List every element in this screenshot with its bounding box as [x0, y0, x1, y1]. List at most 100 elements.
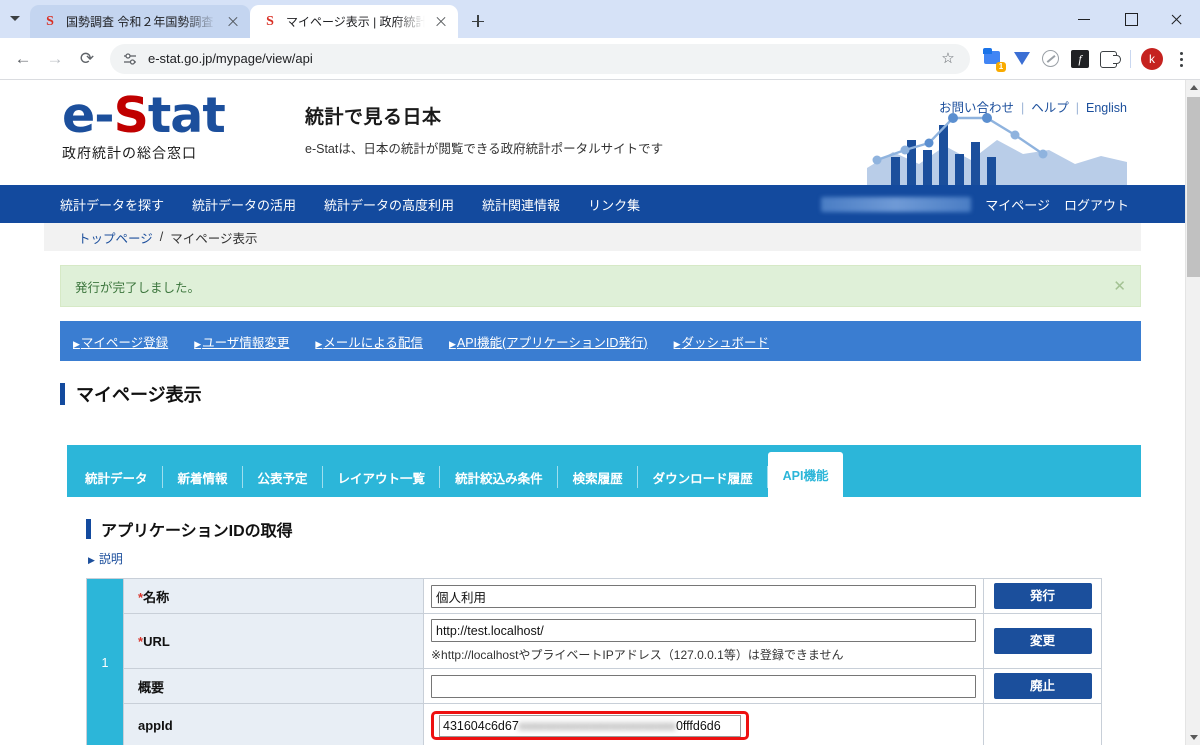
button-cell-issue: 発行 — [983, 578, 1102, 614]
link-mypage-register[interactable]: ▶マイページ登録 — [73, 332, 168, 351]
tab-label: API機能 — [782, 469, 829, 483]
field-value-summary — [423, 668, 984, 704]
window-close-button[interactable] — [1154, 0, 1200, 38]
link-user-info-change[interactable]: ▶ユーザ情報変更 — [194, 332, 289, 351]
extension-blue-icon[interactable]: 1 — [982, 47, 1006, 72]
reload-icon[interactable]: ⟳ — [72, 44, 102, 74]
nav-item-related-info[interactable]: 統計関連情報 — [482, 195, 560, 214]
extension-blocked-icon[interactable] — [1040, 48, 1062, 70]
tab-new-information[interactable]: 新着情報 — [163, 457, 243, 497]
back-icon[interactable]: ← — [8, 44, 38, 74]
close-icon[interactable] — [433, 14, 449, 30]
browser-tab-2[interactable]: S マイページ表示 | 政府統計の総合窓口 — [250, 5, 458, 38]
avatar[interactable]: k — [1141, 47, 1163, 70]
change-button[interactable]: 変更 — [993, 628, 1092, 654]
arrow-right-icon: ▶ — [194, 338, 202, 349]
scroll-up-icon[interactable] — [1186, 80, 1200, 95]
close-icon[interactable] — [225, 14, 241, 30]
tab-label: 統計データ — [85, 471, 148, 486]
site-tagline: 統計で見る日本 e-Statは、日本の統計が閲覧できる政府統計ポータルサイトです — [305, 102, 663, 157]
extensions-puzzle-icon[interactable] — [1098, 48, 1121, 70]
breadcrumb-home-link[interactable]: トップページ — [78, 228, 153, 247]
help-link[interactable]: ヘルプ — [1031, 101, 1069, 115]
url-input[interactable] — [431, 619, 976, 642]
address-bar[interactable]: e-stat.go.jp/mypage/view/api ☆ — [110, 43, 970, 74]
page-viewport: e-Stat 政府統計の総合窓口 統計で見る日本 e-Statは、日本の統計が閲… — [0, 80, 1200, 745]
logged-in-username-redacted — [821, 196, 972, 212]
tab-filter-conditions[interactable]: 統計絞込み条件 — [440, 457, 558, 497]
logo-s: S — [113, 87, 149, 144]
page-title: マイページ表示 — [60, 381, 1185, 407]
page-scrollbar[interactable] — [1185, 80, 1200, 745]
english-link[interactable]: English — [1086, 101, 1127, 115]
link-dashboard[interactable]: ▶ダッシュボード — [674, 332, 769, 351]
tab-publication-schedule[interactable]: 公表予定 — [243, 457, 323, 497]
site-settings-icon[interactable] — [122, 51, 138, 67]
tab-label: 公表予定 — [257, 471, 308, 486]
contact-link[interactable]: お問い合わせ — [939, 101, 1014, 115]
extension-formula-icon[interactable]: f — [1069, 48, 1091, 70]
tab-download-history[interactable]: ダウンロード履歴 — [638, 457, 768, 497]
field-label-appid: appId — [123, 703, 424, 745]
field-value-url: ※http://localhostやプライベートIPアドレス（127.0.0.1… — [423, 613, 984, 669]
logo-subtitle: 政府統計の総合窓口 — [62, 145, 197, 161]
summary-input[interactable] — [431, 674, 976, 698]
nav-item-advanced-use[interactable]: 統計データの高度利用 — [324, 195, 454, 214]
explanation-label: 説明 — [98, 552, 123, 566]
nav-item-find-data[interactable]: 統計データを探す — [60, 195, 164, 214]
table-row: *URL ※http://localhostやプライベートIPアドレス（127.… — [87, 613, 1102, 669]
tab-search-button[interactable] — [0, 0, 30, 38]
nav-item-mypage[interactable]: マイページ — [985, 195, 1050, 214]
link-label: メールによる配信 — [323, 335, 423, 350]
alert-close-icon[interactable]: ✕ — [1113, 277, 1126, 295]
tab-api-function[interactable]: API機能 — [767, 452, 844, 497]
maximize-button[interactable] — [1108, 0, 1154, 38]
issue-button[interactable]: 発行 — [993, 583, 1092, 609]
mypage-tabs: 統計データ 新着情報 公表予定 レイアウト一覧 統計絞込み条件 検索履歴 ダウン… — [67, 445, 1141, 497]
explanation-toggle[interactable]: ▶ 説明 — [88, 550, 1122, 567]
tab-label: 統計絞込み条件 — [455, 471, 543, 486]
new-tab-button[interactable] — [464, 7, 492, 35]
site-header: e-Stat 政府統計の総合窓口 統計で見る日本 e-Statは、日本の統計が閲… — [0, 80, 1185, 185]
appid-highlight-wrapper: 431604c6d67 xxxxxxxxxxxxxxxxxxxxxxxx 0fffd… — [431, 709, 976, 742]
browser-toolbar: ← → ⟳ e-stat.go.jp/mypage/view/api ☆ 1 f… — [0, 38, 1200, 80]
tab-favicon-icon: S — [266, 13, 274, 29]
scrollbar-thumb[interactable] — [1187, 97, 1200, 277]
page-content: e-Stat 政府統計の総合窓口 統計で見る日本 e-Statは、日本の統計が閲… — [0, 80, 1185, 745]
tab-statistical-data[interactable]: 統計データ — [70, 457, 163, 497]
browser-tab-1[interactable]: S 国勢調査 令和２年国勢調査 人口 — [30, 5, 250, 38]
breadcrumb-separator: / — [159, 230, 164, 244]
nav-item-links[interactable]: リンク集 — [588, 195, 640, 214]
button-cell-change: 変更 — [983, 613, 1102, 669]
abolish-button[interactable]: 廃止 — [993, 673, 1092, 699]
logo-tat: tat — [147, 87, 226, 144]
url-text: e-stat.go.jp/mypage/view/api — [148, 51, 313, 66]
link-api-function[interactable]: ▶API機能(アプリケーションID発行) — [449, 332, 648, 351]
appid-masked: xxxxxxxxxxxxxxxxxxxxxxxx — [518, 718, 676, 733]
browser-window: S 国勢調査 令和２年国勢調査 人口 S マイページ表示 | 政府統計の総合窓口… — [0, 0, 1200, 745]
bookmark-star-icon[interactable]: ☆ — [936, 47, 960, 71]
appid-value[interactable]: 431604c6d67 xxxxxxxxxxxxxxxxxxxxxxxx 0fffd… — [439, 714, 741, 737]
api-panel: アプリケーションIDの取得 ▶説明 1 *名称 発行 — [67, 497, 1141, 745]
tab-layout-list[interactable]: レイアウト一覧 — [323, 457, 441, 497]
tab-label: 検索履歴 — [572, 471, 623, 486]
site-logo[interactable]: e-Stat 政府統計の総合窓口 — [62, 87, 226, 163]
name-input[interactable] — [431, 584, 976, 608]
scroll-down-icon[interactable] — [1186, 730, 1200, 745]
alert-message: 発行が完了しました。 — [75, 280, 201, 295]
app-id-table: 1 *名称 発行 *URL ※http://localhost — [86, 578, 1102, 745]
link-label: ダッシュボード — [681, 335, 770, 350]
tab-title: マイページ表示 | 政府統計の総合窓口 — [286, 15, 425, 29]
more-menu-icon[interactable] — [1170, 48, 1192, 70]
section-title-text: アプリケーションIDの取得 — [101, 523, 293, 540]
table-row: appId 431604c6d67 xxxxxxxxxxxxxxxxxxxxxxx… — [87, 703, 1102, 745]
extension-diamond-icon[interactable] — [1011, 48, 1033, 70]
minimize-button[interactable] — [1062, 0, 1108, 38]
nav-item-use-data[interactable]: 統計データの活用 — [192, 195, 296, 214]
tab-search-history[interactable]: 検索履歴 — [558, 457, 638, 497]
extension-badge: 1 — [996, 61, 1006, 72]
nav-item-logout[interactable]: ログアウト — [1064, 195, 1129, 214]
link-mail-delivery[interactable]: ▶メールによる配信 — [315, 332, 423, 351]
global-navigation: 統計データを探す 統計データの活用 統計データの高度利用 統計関連情報 リンク集… — [0, 185, 1185, 223]
mypage-link-band: ▶マイページ登録 ▶ユーザ情報変更 ▶メールによる配信 ▶API機能(アプリケー… — [60, 321, 1141, 361]
